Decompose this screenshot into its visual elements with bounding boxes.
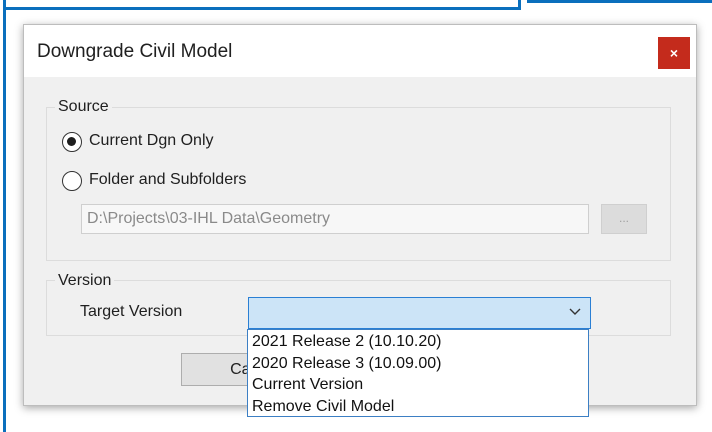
background-frame-corner <box>518 0 521 10</box>
source-legend: Source <box>55 98 112 116</box>
background-frame-left <box>3 0 6 432</box>
folder-and-subfolders-radio[interactable] <box>62 171 82 191</box>
title-bar[interactable]: Downgrade Civil Model × <box>24 25 696 77</box>
current-dgn-only-radio[interactable] <box>62 132 82 152</box>
current-dgn-only-label[interactable]: Current Dgn Only <box>89 132 214 150</box>
chevron-down-icon <box>569 308 581 315</box>
close-icon: × <box>669 45 679 61</box>
background-frame-top-right <box>527 0 712 3</box>
dropdown-option[interactable]: 2021 Release 2 (10.10.20) <box>248 331 588 353</box>
browse-button[interactable]: ... <box>601 204 647 234</box>
folder-and-subfolders-label[interactable]: Folder and Subfolders <box>89 171 246 189</box>
dropdown-option[interactable]: Current Version <box>248 374 588 396</box>
background-frame-top <box>3 7 520 10</box>
target-version-label: Target Version <box>80 303 183 320</box>
close-button[interactable]: × <box>658 37 690 69</box>
dropdown-option[interactable]: Remove Civil Model <box>248 396 588 418</box>
dropdown-option[interactable]: 2020 Release 3 (10.09.00) <box>248 353 588 375</box>
version-legend: Version <box>55 272 115 290</box>
target-version-select[interactable] <box>248 297 591 329</box>
dialog-title: Downgrade Civil Model <box>37 41 233 62</box>
target-version-dropdown-list: 2021 Release 2 (10.10.20) 2020 Release 3… <box>247 329 589 417</box>
radio-selected-dot <box>67 137 76 146</box>
folder-path-input[interactable]: D:\Projects\03-IHL Data\Geometry <box>81 204 589 234</box>
